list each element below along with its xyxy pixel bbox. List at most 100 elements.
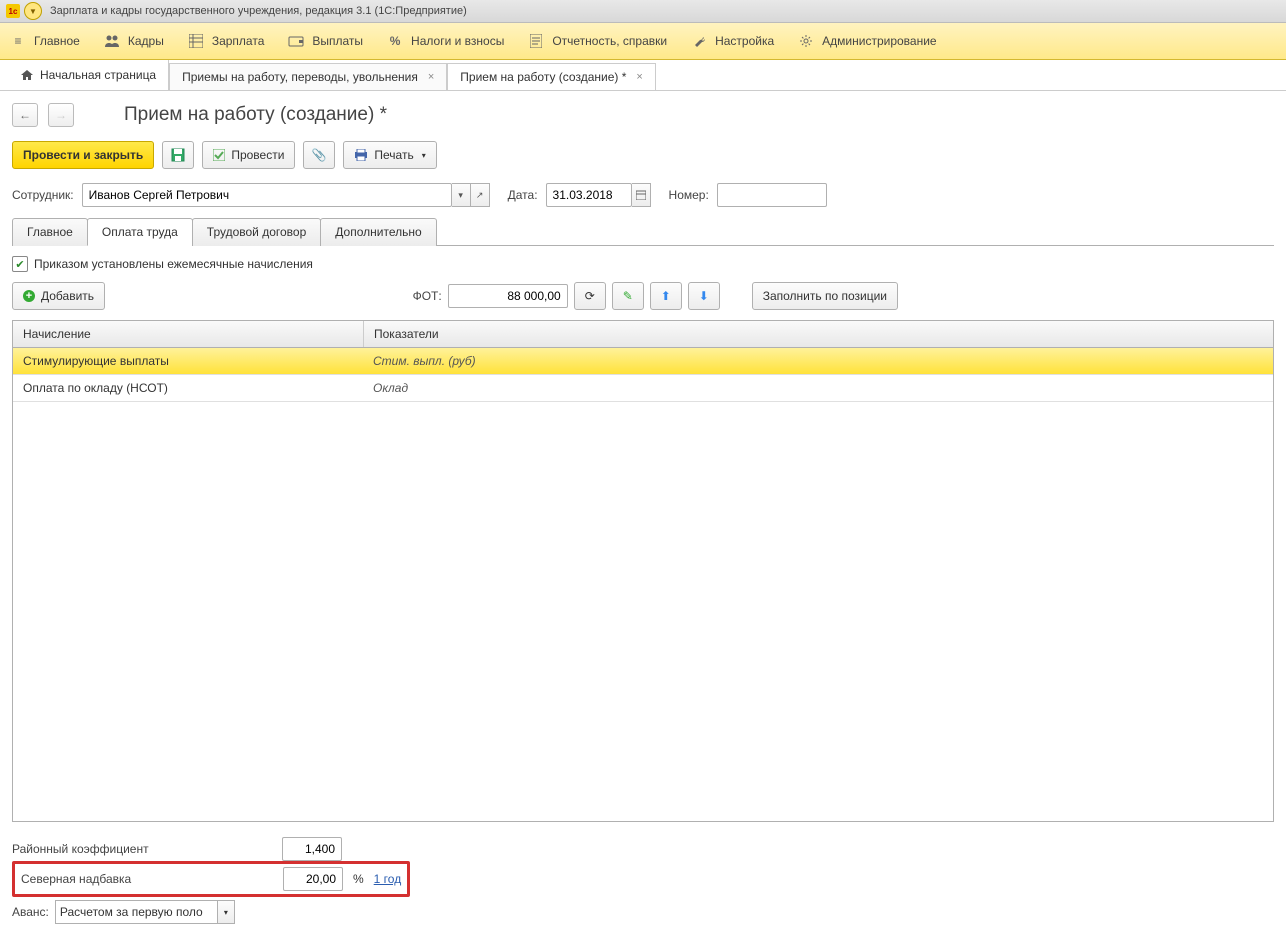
chevron-down-icon: ▾ [422,151,426,160]
dropdown-button[interactable]: ▾ [452,183,471,207]
attach-button[interactable]: 📎 [303,141,335,169]
employee-input[interactable] [82,183,452,207]
table-row[interactable]: Оплата по окладу (НСОТ) Оклад [13,375,1273,402]
btn-label: Заполнить по позиции [763,289,887,303]
fot-input[interactable] [448,284,568,308]
north-bonus-link[interactable]: 1 год [374,872,402,886]
tab-label: Приемы на работу, переводы, увольнения [182,70,418,84]
north-bonus-input[interactable] [283,867,343,891]
btn-label: Провести [231,148,284,162]
people-icon [104,33,120,49]
cell-name: Стимулирующие выплаты [13,348,363,374]
post-button[interactable]: Провести [202,141,295,169]
dropdown-icon[interactable]: ▼ [24,2,42,20]
regional-coef-input[interactable] [282,837,342,861]
pencil-icon: ✎ [623,289,633,303]
subtab-label: Оплата труда [102,225,178,239]
open-button[interactable]: ↗ [471,183,490,207]
arrow-up-icon: ⬆ [661,289,671,303]
employee-label: Сотрудник: [12,188,74,202]
number-input[interactable] [717,183,827,207]
nav-label: Налоги и взносы [411,34,504,48]
nav-label: Зарплата [212,34,265,48]
nav-zarplata[interactable]: Зарплата [188,33,265,49]
monthly-accruals-row: Приказом установлены ежемесячные начисле… [12,256,1274,272]
employee-row: Сотрудник: ▾ ↗ Дата: Номер: [12,183,1274,207]
subtab-payment[interactable]: Оплата труда [87,218,193,246]
back-button[interactable]: ← [12,103,38,127]
nav-label: Отчетность, справки [552,34,667,48]
monthly-accruals-checkbox[interactable] [12,256,28,272]
header-row: ← → Прием на работу (создание) * [12,103,1274,127]
close-icon[interactable]: × [428,71,434,83]
nav-admin[interactable]: Администрирование [798,33,936,49]
nav-label: Главное [34,34,80,48]
menu-icon: ≡ [10,33,26,49]
move-up-button[interactable]: ⬆ [650,282,682,310]
window-title: Зарплата и кадры государственного учрежд… [50,5,467,17]
nav-label: Администрирование [822,34,936,48]
refresh-icon: ⟳ [585,289,595,303]
cell-name: Оплата по окладу (НСОТ) [13,375,363,401]
regional-coef-row: Районный коэффициент [12,834,1274,864]
avans-row: Аванс: Расчетом за первую поло ▾ [12,900,1274,924]
nav-otchet[interactable]: Отчетность, справки [528,33,667,49]
wallet-icon [288,33,304,49]
subtab-main[interactable]: Главное [12,218,88,246]
app-1c-icon: 1c [6,4,20,18]
subtabs: Главное Оплата труда Трудовой договор До… [12,217,1274,246]
col-indicators: Показатели [364,321,1273,347]
cell-indicator: Стим. выпл. (руб) [363,348,1273,374]
document-tabs: Начальная страница Приемы на работу, пер… [0,60,1286,91]
number-label: Номер: [669,188,709,202]
table-row[interactable]: Стимулирующие выплаты Стим. выпл. (руб) [13,348,1273,375]
chevron-down-icon: ▾ [217,901,234,923]
save-icon [171,148,185,162]
date-input[interactable] [546,183,632,207]
select-value: Расчетом за первую поло [60,905,203,919]
percent-icon: % [387,33,403,49]
percent-unit: % [353,872,364,886]
nav-label: Настройка [715,34,774,48]
col-name: Начисление [13,321,364,347]
forward-button[interactable]: → [48,103,74,127]
table-header: Начисление Показатели [13,321,1273,348]
gear-icon [798,33,814,49]
main-nav: ≡ Главное Кадры Зарплата Выплаты % Налоги … [0,23,1286,60]
nav-nastroika[interactable]: Настройка [691,33,774,49]
plus-icon: + [23,290,35,302]
tab-hires-list[interactable]: Приемы на работу, переводы, увольнения × [169,63,447,90]
add-button[interactable]: + Добавить [12,282,105,310]
btn-label: Провести и закрыть [23,148,143,162]
subtab-extra[interactable]: Дополнительно [320,218,436,246]
nav-vyplaty[interactable]: Выплаты [288,33,363,49]
table-empty-area [13,402,1273,821]
calendar-button[interactable] [632,183,651,207]
tab-hire-create[interactable]: Прием на работу (создание) * × [447,63,656,90]
accruals-table: Начисление Показатели Стимулирующие выпл… [12,320,1274,822]
post-and-close-button[interactable]: Провести и закрыть [12,141,154,169]
nav-nalogi[interactable]: % Налоги и взносы [387,33,504,49]
subtab-contract[interactable]: Трудовой договор [192,218,321,246]
refresh-button[interactable]: ⟳ [574,282,606,310]
lower-fields: Районный коэффициент Северная надбавка %… [12,834,1274,924]
btn-label: Добавить [41,289,94,303]
tab-home[interactable]: Начальная страница [8,60,169,90]
fill-by-position-button[interactable]: Заполнить по позиции [752,282,898,310]
table-toolbar: +Добавить ФОТ: ⟳ ✎ ⬆ ⬇ Заполнить по пози… [12,282,1274,310]
edit-button[interactable]: ✎ [612,282,644,310]
avans-select[interactable]: Расчетом за первую поло ▾ [55,900,235,924]
table-icon [188,33,204,49]
wrench-icon [691,33,707,49]
nav-label: Выплаты [312,34,363,48]
move-down-button[interactable]: ⬇ [688,282,720,310]
nav-main[interactable]: ≡ Главное [10,33,80,49]
subtab-label: Главное [27,225,73,239]
checkbox-label: Приказом установлены ежемесячные начисле… [34,257,313,271]
avans-label: Аванс: [12,905,49,919]
nav-kadry[interactable]: Кадры [104,33,164,49]
save-button[interactable] [162,141,194,169]
print-button[interactable]: Печать▾ [343,141,436,169]
north-bonus-highlight: Северная надбавка % 1 год [12,861,410,897]
close-icon[interactable]: × [636,71,642,83]
